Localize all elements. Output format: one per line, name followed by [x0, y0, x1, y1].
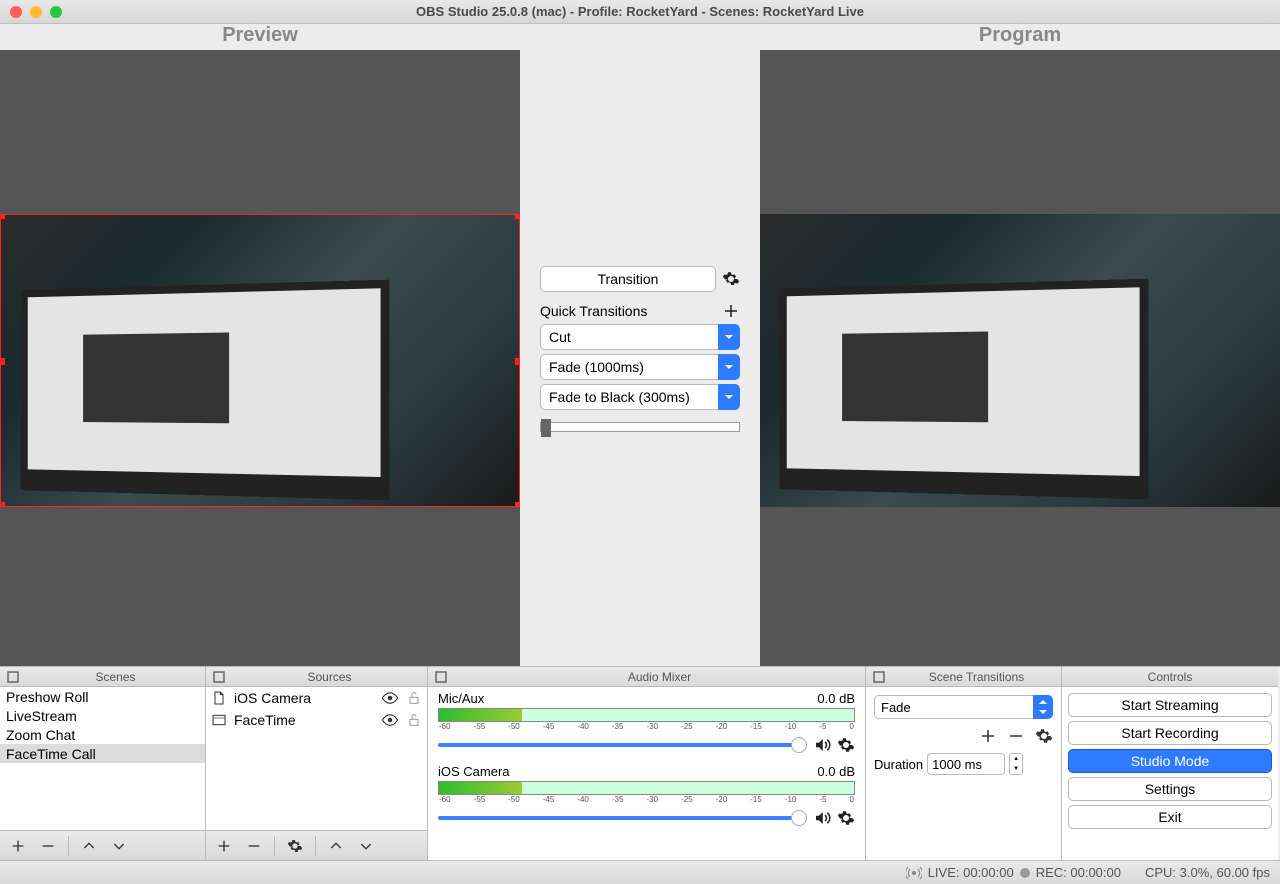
source-name: iOS Camera	[234, 690, 375, 706]
volume-slider[interactable]	[438, 743, 807, 747]
scene-up-button[interactable]	[75, 834, 103, 858]
popout-icon[interactable]	[210, 668, 228, 686]
track-db: 0.0 dB	[817, 691, 855, 706]
exit-button[interactable]: Exit	[1068, 805, 1272, 829]
source-down-button[interactable]	[352, 834, 380, 858]
scene-icon	[210, 711, 228, 729]
quick-transition-value: Fade (1000ms)	[540, 354, 718, 380]
add-quick-transition-button[interactable]	[722, 302, 740, 320]
titlebar: OBS Studio 25.0.8 (mac) - Profile: Rocke…	[0, 0, 1280, 24]
sources-toolbar	[206, 830, 427, 860]
chevron-down-icon	[718, 324, 740, 350]
add-transition-button[interactable]	[979, 727, 997, 745]
quick-transition-select[interactable]: Fade to Black (300ms)	[540, 384, 740, 410]
sources-title: Sources	[232, 670, 427, 684]
quick-transition-select[interactable]: Cut	[540, 324, 740, 350]
transition-select[interactable]: Fade	[874, 695, 1053, 719]
scenes-title: Scenes	[26, 670, 205, 684]
speaker-icon[interactable]	[813, 736, 831, 754]
program-video	[760, 214, 1280, 507]
quick-transitions-label: Quick Transitions	[540, 303, 647, 319]
chevron-down-icon	[718, 354, 740, 380]
lock-icon[interactable]	[405, 711, 423, 729]
add-source-button[interactable]	[210, 834, 238, 858]
scene-down-button[interactable]	[105, 834, 133, 858]
rec-dot-icon	[1020, 868, 1030, 878]
remove-transition-button[interactable]	[1007, 727, 1025, 745]
preview-label: Preview	[0, 24, 520, 50]
add-scene-button[interactable]	[4, 834, 32, 858]
audio-mixer-panel: Audio Mixer Mic/Aux 0.0 dB -60-55-50-45-40…	[428, 667, 866, 860]
speaker-icon[interactable]	[813, 809, 831, 827]
source-item[interactable]: iOS Camera	[206, 687, 427, 709]
scene-item[interactable]: LiveStream	[0, 706, 205, 725]
status-cpu: CPU: 3.0%, 60.00 fps	[1145, 865, 1270, 880]
start-streaming-button[interactable]: Start Streaming	[1068, 693, 1272, 717]
gear-icon[interactable]	[837, 809, 855, 827]
program-label: Program	[760, 24, 1280, 50]
controls-panel: Controls Start Streaming Start Recording S…	[1062, 667, 1278, 860]
source-item[interactable]: FaceTime	[206, 709, 427, 731]
status-live: LIVE: 00:00:00	[928, 865, 1014, 880]
scenes-toolbar	[0, 830, 205, 860]
quick-transition-value: Fade to Black (300ms)	[540, 384, 718, 410]
volume-slider[interactable]	[438, 816, 807, 820]
mixer-track: Mic/Aux 0.0 dB -60-55-50-45-40-35-30-25-20…	[438, 691, 855, 754]
track-name: Mic/Aux	[438, 691, 484, 706]
track-db: 0.0 dB	[817, 764, 855, 779]
scene-item[interactable]: Preshow Roll	[0, 687, 205, 706]
file-icon	[210, 689, 228, 707]
duration-input[interactable]	[927, 753, 1005, 775]
eye-icon[interactable]	[381, 711, 399, 729]
chevron-down-icon	[718, 384, 740, 410]
lock-icon[interactable]	[405, 689, 423, 707]
broadcast-icon	[906, 865, 922, 881]
mixer-title: Audio Mixer	[454, 670, 865, 684]
transition-button[interactable]: Transition	[540, 266, 716, 292]
duration-label: Duration	[874, 757, 923, 772]
transition-panel: Transition Quick Transitions Cut Fade (10…	[520, 50, 760, 666]
duration-spinner[interactable]: ▲▼	[1009, 753, 1023, 775]
bottom-panels: Scenes Preshow RollLiveStreamZoom ChatFa…	[0, 666, 1280, 860]
quick-transition-select[interactable]: Fade (1000ms)	[540, 354, 740, 380]
preview-headers: Preview Program	[0, 24, 1280, 50]
transition-select-value: Fade	[874, 695, 1033, 719]
quick-transition-value: Cut	[540, 324, 718, 350]
settings-button[interactable]: Settings	[1068, 777, 1272, 801]
vu-meter: -60-55-50-45-40-35-30-25-20-15-10-50	[438, 781, 855, 795]
remove-scene-button[interactable]	[34, 834, 62, 858]
source-up-button[interactable]	[322, 834, 350, 858]
scene-item[interactable]: FaceTime Call	[0, 744, 205, 763]
gear-icon[interactable]	[837, 736, 855, 754]
remove-source-button[interactable]	[240, 834, 268, 858]
mixer-track: iOS Camera 0.0 dB -60-55-50-45-40-35-30-25…	[438, 764, 855, 827]
program-canvas[interactable]	[760, 50, 1280, 666]
scene-item[interactable]: Zoom Chat	[0, 725, 205, 744]
eye-icon[interactable]	[381, 689, 399, 707]
transition-settings-button[interactable]	[1035, 727, 1053, 745]
preview-video[interactable]	[0, 214, 520, 507]
window-title: OBS Studio 25.0.8 (mac) - Profile: Rocke…	[0, 4, 1280, 19]
scene-transitions-panel: Scene Transitions Fade Duration ▲▼	[866, 667, 1062, 860]
status-rec: REC: 00:00:00	[1036, 865, 1121, 880]
status-bar: LIVE: 00:00:00 REC: 00:00:00 CPU: 3.0%, …	[0, 860, 1280, 884]
start-recording-button[interactable]: Start Recording	[1068, 721, 1272, 745]
popout-icon[interactable]	[870, 668, 888, 686]
controls-title: Controls	[1062, 670, 1278, 684]
source-name: FaceTime	[234, 712, 375, 728]
tbar-slider[interactable]	[540, 422, 740, 432]
scene-transitions-title: Scene Transitions	[892, 670, 1061, 684]
popout-icon[interactable]	[432, 668, 450, 686]
chevron-updown-icon	[1033, 695, 1053, 719]
studio-mode-button[interactable]: Studio Mode	[1068, 749, 1272, 773]
sources-panel: Sources iOS Camera FaceTime	[206, 667, 428, 860]
popout-icon[interactable]	[4, 668, 22, 686]
track-name: iOS Camera	[438, 764, 510, 779]
source-properties-button[interactable]	[281, 834, 309, 858]
vu-meter: -60-55-50-45-40-35-30-25-20-15-10-50	[438, 708, 855, 722]
scenes-panel: Scenes Preshow RollLiveStreamZoom ChatFa…	[0, 667, 206, 860]
gear-icon[interactable]	[722, 270, 740, 288]
preview-canvas[interactable]	[0, 50, 520, 666]
